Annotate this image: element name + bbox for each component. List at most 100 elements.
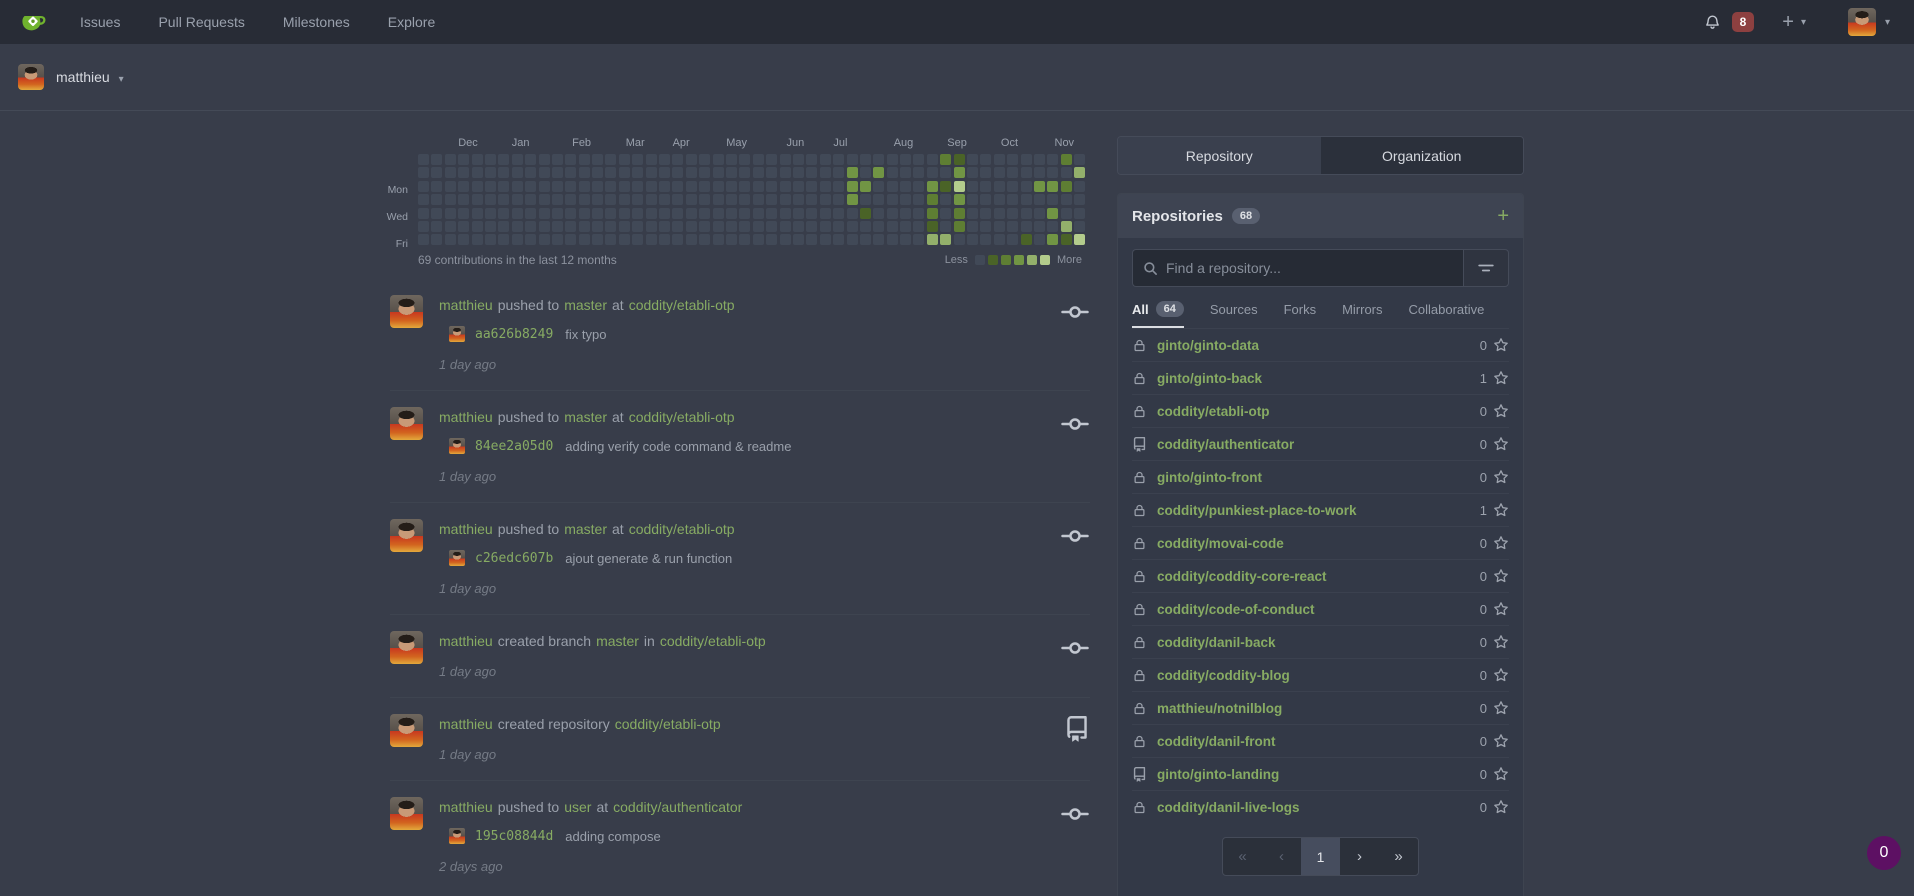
repo-search-input[interactable] <box>1166 260 1453 276</box>
heatmap-cell[interactable] <box>632 234 643 245</box>
heatmap-cell[interactable] <box>646 221 657 232</box>
heatmap-cell[interactable] <box>873 221 884 232</box>
pagination-button[interactable]: › <box>1340 838 1379 875</box>
heatmap-cell[interactable] <box>780 167 791 178</box>
heatmap-cell[interactable] <box>1034 194 1045 205</box>
heatmap-cell[interactable] <box>646 208 657 219</box>
heatmap-cell[interactable] <box>1034 154 1045 165</box>
heatmap-cell[interactable] <box>431 234 442 245</box>
heatmap-cell[interactable] <box>980 181 991 192</box>
heatmap-cell[interactable] <box>726 208 737 219</box>
heatmap-cell[interactable] <box>967 167 978 178</box>
heatmap-cell[interactable] <box>672 234 683 245</box>
heatmap-cell[interactable] <box>512 194 523 205</box>
actor-link[interactable]: matthieu <box>439 297 493 313</box>
heatmap-cell[interactable] <box>579 194 590 205</box>
navbar-item[interactable]: Issues <box>80 14 120 30</box>
heatmap-cell[interactable] <box>793 221 804 232</box>
heatmap-cell[interactable] <box>552 221 563 232</box>
heatmap-cell[interactable] <box>927 181 938 192</box>
heatmap-cell[interactable] <box>445 208 456 219</box>
heatmap-cell[interactable] <box>619 181 630 192</box>
heatmap-cell[interactable] <box>1047 221 1058 232</box>
heatmap-cell[interactable] <box>512 167 523 178</box>
heatmap-cell[interactable] <box>1047 208 1058 219</box>
repo-name-link[interactable]: coddity/movai-code <box>1157 536 1284 551</box>
heatmap-cell[interactable] <box>552 194 563 205</box>
heatmap-cell[interactable] <box>418 221 429 232</box>
heatmap-cell[interactable] <box>873 154 884 165</box>
heatmap-cell[interactable] <box>766 154 777 165</box>
heatmap-cell[interactable] <box>498 234 509 245</box>
heatmap-cell[interactable] <box>726 167 737 178</box>
heatmap-cell[interactable] <box>1007 154 1018 165</box>
heatmap-cell[interactable] <box>806 194 817 205</box>
heatmap-cell[interactable] <box>780 234 791 245</box>
heatmap-cell[interactable] <box>565 194 576 205</box>
heatmap-cell[interactable] <box>458 167 469 178</box>
branch-link[interactable]: master <box>564 297 607 313</box>
heatmap-cell[interactable] <box>753 208 764 219</box>
heatmap-cell[interactable] <box>726 181 737 192</box>
heatmap-cell[interactable] <box>605 154 616 165</box>
heatmap-cell[interactable] <box>927 221 938 232</box>
heatmap-cell[interactable] <box>525 221 536 232</box>
heatmap-cell[interactable] <box>605 167 616 178</box>
heatmap-cell[interactable] <box>431 221 442 232</box>
heatmap-cell[interactable] <box>927 194 938 205</box>
heatmap-cell[interactable] <box>565 167 576 178</box>
repo-name-link[interactable]: ginto/ginto-landing <box>1157 767 1279 782</box>
heatmap-cell[interactable] <box>739 154 750 165</box>
heatmap-cell[interactable] <box>445 234 456 245</box>
add-repository-button[interactable]: + <box>1497 206 1509 226</box>
avatar[interactable] <box>390 407 423 440</box>
repo-name-link[interactable]: coddity/code-of-conduct <box>1157 602 1315 617</box>
heatmap-cell[interactable] <box>565 154 576 165</box>
tab-repository[interactable]: Repository <box>1118 137 1321 174</box>
heatmap-cell[interactable] <box>954 234 965 245</box>
heatmap-cell[interactable] <box>940 181 951 192</box>
heatmap-cell[interactable] <box>699 194 710 205</box>
actor-link[interactable]: matthieu <box>439 716 493 732</box>
heatmap-cell[interactable] <box>766 221 777 232</box>
heatmap-cell[interactable] <box>900 154 911 165</box>
heatmap-cell[interactable] <box>994 167 1005 178</box>
heatmap-cell[interactable] <box>686 194 697 205</box>
heatmap-cell[interactable] <box>1034 234 1045 245</box>
branch-link[interactable]: master <box>564 521 607 537</box>
heatmap-cell[interactable] <box>1021 234 1032 245</box>
heatmap-cell[interactable] <box>485 154 496 165</box>
repo-link[interactable]: coddity/etabli-otp <box>660 633 766 649</box>
heatmap-cell[interactable] <box>713 181 724 192</box>
heatmap-cell[interactable] <box>431 154 442 165</box>
heatmap-cell[interactable] <box>646 181 657 192</box>
heatmap-cell[interactable] <box>498 167 509 178</box>
heatmap-cell[interactable] <box>753 181 764 192</box>
repo-name-link[interactable]: matthieu/notnilblog <box>1157 701 1282 716</box>
heatmap-cell[interactable] <box>525 208 536 219</box>
heatmap-cell[interactable] <box>793 154 804 165</box>
heatmap-cell[interactable] <box>1061 194 1072 205</box>
heatmap-cell[interactable] <box>847 181 858 192</box>
heatmap-cell[interactable] <box>860 181 871 192</box>
heatmap-cell[interactable] <box>1074 234 1085 245</box>
heatmap-cell[interactable] <box>1074 181 1085 192</box>
heatmap-cell[interactable] <box>552 208 563 219</box>
heatmap-cell[interactable] <box>913 234 924 245</box>
heatmap-cell[interactable] <box>672 154 683 165</box>
heatmap-cell[interactable] <box>766 181 777 192</box>
heatmap-cell[interactable] <box>659 181 670 192</box>
heatmap-cell[interactable] <box>766 194 777 205</box>
heatmap-cell[interactable] <box>753 154 764 165</box>
heatmap-cell[interactable] <box>873 208 884 219</box>
heatmap-cell[interactable] <box>672 194 683 205</box>
heatmap-cell[interactable] <box>632 208 643 219</box>
heatmap-cell[interactable] <box>1007 194 1018 205</box>
tab-organization[interactable]: Organization <box>1321 137 1524 174</box>
heatmap-cell[interactable] <box>472 234 483 245</box>
heatmap-cell[interactable] <box>954 167 965 178</box>
repo-link[interactable]: coddity/etabli-otp <box>629 521 735 537</box>
heatmap-cell[interactable] <box>632 221 643 232</box>
heatmap-cell[interactable] <box>592 234 603 245</box>
heatmap-cell[interactable] <box>1047 181 1058 192</box>
